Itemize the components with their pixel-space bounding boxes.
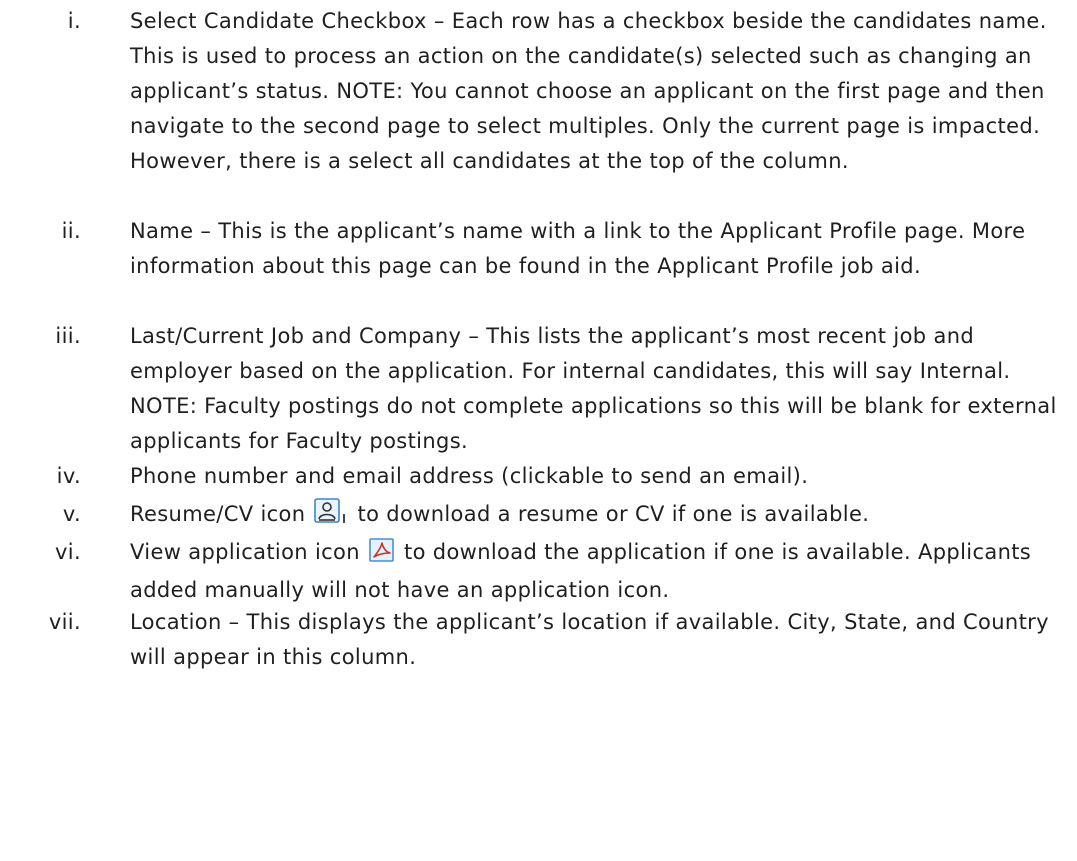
- resume-icon: [314, 498, 348, 535]
- list-text-before: View application icon: [130, 540, 360, 564]
- list-item: iv. Phone number and email address (clic…: [0, 459, 1070, 497]
- list-numeral: v.: [62, 502, 81, 526]
- list-text: Select Candidate Checkbox – Each row has…: [130, 9, 1047, 173]
- list-text-after: to download a resume or CV if one is ava…: [357, 502, 870, 526]
- list-text: Last/Current Job and Company – This list…: [130, 324, 1057, 453]
- list-item: ii. Name – This is the applicant’s name …: [0, 214, 1070, 319]
- list-item: v. Resume/CV icon to download a resume o…: [0, 497, 1070, 535]
- list-item: vii. Location – This displays the applic…: [0, 605, 1070, 675]
- list-item: vi. View application icon to download th…: [0, 535, 1070, 605]
- list-item: i. Select Candidate Checkbox – Each row …: [0, 4, 1070, 214]
- list-numeral: ii.: [61, 219, 81, 243]
- list-numeral: i.: [67, 9, 81, 33]
- list-numeral: iii.: [55, 324, 81, 348]
- pdf-application-icon: [369, 538, 395, 573]
- list-text: Location – This displays the applicant’s…: [130, 610, 1049, 669]
- list-numeral: iv.: [56, 464, 81, 488]
- list-item: iii. Last/Current Job and Company – This…: [0, 319, 1070, 459]
- list-text: Phone number and email address (clickabl…: [130, 464, 809, 488]
- list-numeral: vi.: [55, 540, 81, 564]
- list-text-before: Resume/CV icon: [130, 502, 306, 526]
- numbered-list: i. Select Candidate Checkbox – Each row …: [0, 4, 1077, 675]
- list-text: Name – This is the applicant’s name with…: [130, 219, 1026, 278]
- list-numeral: vii.: [48, 610, 81, 634]
